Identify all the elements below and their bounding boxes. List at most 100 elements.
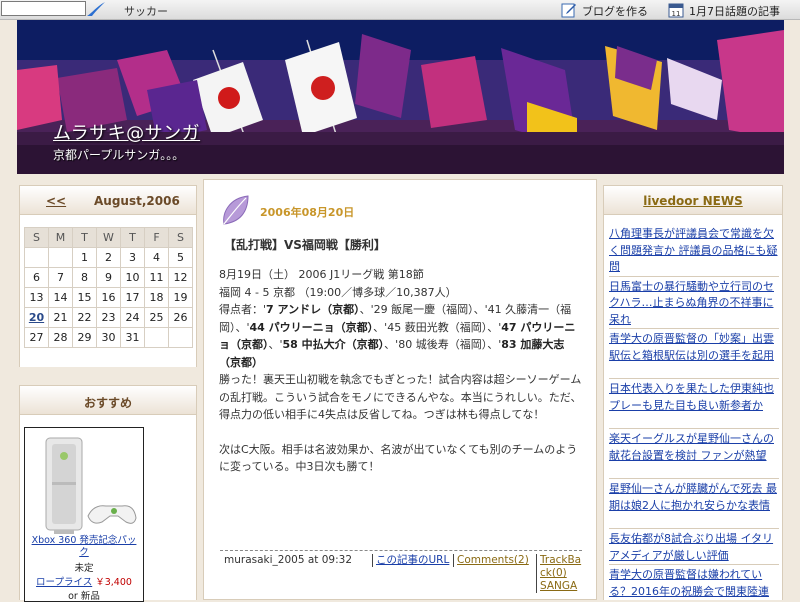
calendar-day: 23 — [96, 307, 121, 328]
blog-title[interactable]: ムラサキ@サンガ — [53, 119, 200, 145]
scorer-text: 、'80 城後寿（福岡）、' — [384, 338, 502, 351]
price-value: ￥3,400 — [95, 577, 132, 588]
calendar-day: 26 — [168, 307, 193, 328]
product-status: 未定 — [74, 563, 94, 574]
calendar-day: 18 — [144, 287, 169, 308]
calendar: S M T W T F S 1 2 3 4 5 6 7 8 9 10 11 12… — [19, 215, 197, 367]
news-item[interactable]: 長友佑都が8試合ぶり出場 イタリアメディアが厳しい評価 — [609, 529, 779, 565]
scorer-text: 得点者：' — [219, 303, 267, 316]
calendar-day: 8 — [72, 267, 97, 288]
calendar-month: August,2006 — [94, 194, 180, 208]
calendar-dow: F — [144, 227, 169, 248]
calendar-day — [144, 327, 169, 348]
calendar-table: S M T W T F S 1 2 3 4 5 6 7 8 9 10 11 12… — [24, 227, 193, 348]
calendar-day: 13 — [24, 287, 49, 308]
calendar-day: 17 — [120, 287, 145, 308]
scorer-text: 44 パウリーニョ（京都） — [249, 320, 374, 334]
calendar-day: 22 — [72, 307, 97, 328]
trackback-link[interactable]: TrackBack(0) — [536, 554, 582, 580]
entry-panel: 2006年08月20日 【乱打戦】VS福岡戦【勝利】 8月19日（土） 2006… — [203, 179, 597, 600]
news-item[interactable]: 日本代表入りを果たした伊東純也 プレーも見た目も良い新参者か — [609, 379, 779, 429]
news-item[interactable]: 青学大の原晋監督は嫌われている？2016年の祝勝会で関東陸連役員が嫌味か — [609, 565, 779, 600]
calendar-day: 21 — [48, 307, 73, 328]
recommend-panel: Xbox 360 発売記念パック 未定 ロープライス ￥3,400 or 新品 — [19, 415, 197, 602]
news-item[interactable]: 八角理事長が評議員会で常識を欠く問題発言か 評議員の品格にも疑問 — [609, 224, 779, 277]
calendar-week: 6 7 8 9 10 11 12 — [24, 267, 193, 288]
entry-body: 8月19日（土） 2006 J1リーグ戦 第18節 福岡 4 - 5 京都 （1… — [219, 266, 585, 476]
calendar-week: 20 21 22 23 24 25 26 — [24, 307, 193, 328]
svg-text:11: 11 — [672, 10, 681, 18]
calendar-dow: S — [168, 227, 193, 248]
news-heading-link[interactable]: livedoor NEWS — [604, 194, 782, 208]
news-item[interactable]: 星野仙一さんが膵臓がんで死去 最期は娘2人に抱かれ安らかな表情 — [609, 479, 779, 529]
calendar-day: 28 — [48, 327, 73, 348]
scorer-text: 7 アンドレ（京都） — [266, 303, 360, 316]
calendar-week: 1 2 3 4 5 — [24, 247, 193, 268]
entry-line: 8月19日（土） 2006 J1リーグ戦 第18節 — [219, 268, 424, 281]
calendar-day: 15 — [72, 287, 97, 308]
news-item[interactable]: 青学大の原晋監督の「妙案」出雲駅伝と箱根駅伝は別の選手を起用 — [609, 329, 779, 379]
calendar-day — [168, 327, 193, 348]
calendar-icon: 11 — [668, 3, 684, 18]
calendar-week: 13 14 15 16 17 18 19 — [24, 287, 193, 308]
calendar-day: 3 — [120, 247, 145, 268]
blog-header: ムラサキ@サンガ 京都パープルサンガ。。。 — [17, 20, 784, 174]
calendar-day: 30 — [96, 327, 121, 348]
permalink-link[interactable]: この記事のURL — [372, 554, 449, 567]
calendar-dow: W — [96, 227, 121, 248]
calendar-day: 7 — [48, 267, 73, 288]
calendar-prev-link[interactable]: << — [46, 194, 66, 208]
news-list: 八角理事長が評議員会で常識を欠く問題発言か 評議員の品格にも疑問 日馬富士の暴行… — [604, 215, 782, 600]
create-blog-label: ブログを作る — [582, 5, 648, 18]
calendar-day: 1 — [72, 247, 97, 268]
livedoor-swoosh-icon[interactable] — [86, 1, 106, 17]
calendar-day — [48, 247, 73, 268]
scorer-text: 、'45 薮田光教（福岡）、' — [373, 320, 502, 334]
entry-author: murasaki_2005 at 09:32 — [224, 554, 352, 566]
calendar-header: << August,2006 — [19, 185, 197, 215]
news-header: livedoor NEWS — [603, 185, 783, 215]
entry-date: 2006年08月20日 — [260, 206, 355, 219]
calendar-dow: T — [72, 227, 97, 248]
calendar-day — [24, 247, 49, 268]
calendar-day: 4 — [144, 247, 169, 268]
news-item[interactable]: 日馬富士の暴行騒動や立行司のセクハラ…止まらぬ角界の不祥事に呆れ — [609, 277, 779, 329]
calendar-day: 6 — [24, 267, 49, 288]
search-input[interactable] — [1, 1, 86, 16]
calendar-dow: T — [120, 227, 145, 248]
calendar-day: 9 — [96, 267, 121, 288]
calendar-day: 19 — [168, 287, 193, 308]
category-tag-link[interactable]: SANGA — [536, 580, 577, 593]
calendar-day: 10 — [120, 267, 145, 288]
product-name-link[interactable]: Xbox 360 発売記念パック — [27, 535, 141, 559]
product-card[interactable]: Xbox 360 発売記念パック 未定 ロープライス ￥3,400 or 新品 — [24, 427, 144, 602]
category-link[interactable]: サッカー — [124, 3, 168, 19]
scorer-text: 、' — [268, 338, 283, 351]
edit-icon — [561, 3, 576, 18]
calendar-day: 27 — [24, 327, 49, 348]
calendar-dow: S — [24, 227, 49, 248]
calendar-day: 2 — [96, 247, 121, 268]
calendar-day: 14 — [48, 287, 73, 308]
calendar-day: 16 — [96, 287, 121, 308]
calendar-day-link[interactable]: 20 — [24, 307, 49, 328]
entry-scorers: 得点者：'7 アンドレ（京都）、'29 飯尾一慶（福岡）、'41 久藤清一（福岡… — [219, 301, 585, 371]
calendar-day: 25 — [144, 307, 169, 328]
news-item[interactable]: 楽天イーグルスが星野仙一さんの献花台設置を検討 ファンが熱望 — [609, 429, 779, 479]
calendar-week: 27 28 29 30 31 — [24, 327, 193, 348]
price-label-link[interactable]: ロープライス — [36, 577, 92, 588]
calendar-dow-row: S M T W T F S — [24, 227, 193, 248]
calendar-day: 12 — [168, 267, 193, 288]
comments-link[interactable]: Comments(2) — [453, 554, 529, 567]
xbox-product-image[interactable] — [30, 432, 140, 536]
entry-line: 福岡 4 - 5 京都 （19:00／博多球／10,387人） — [219, 285, 457, 299]
top-bar: サッカー ブログを作る 11 1月7日話題の記事 — [0, 0, 800, 20]
entry-spacer — [219, 424, 585, 441]
calendar-dow: M — [48, 227, 73, 248]
topic-label: 1月7日話題の記事 — [689, 5, 780, 18]
calendar-day: 24 — [120, 307, 145, 328]
entry-footer: murasaki_2005 at 09:32 この記事のURL Comments… — [220, 550, 582, 593]
recommend-header: おすすめ — [19, 385, 197, 415]
scorer-text: 58 中払大介（京都） — [282, 338, 385, 351]
entry-title[interactable]: 【乱打戦】VS福岡戦【勝利】 — [224, 236, 386, 253]
